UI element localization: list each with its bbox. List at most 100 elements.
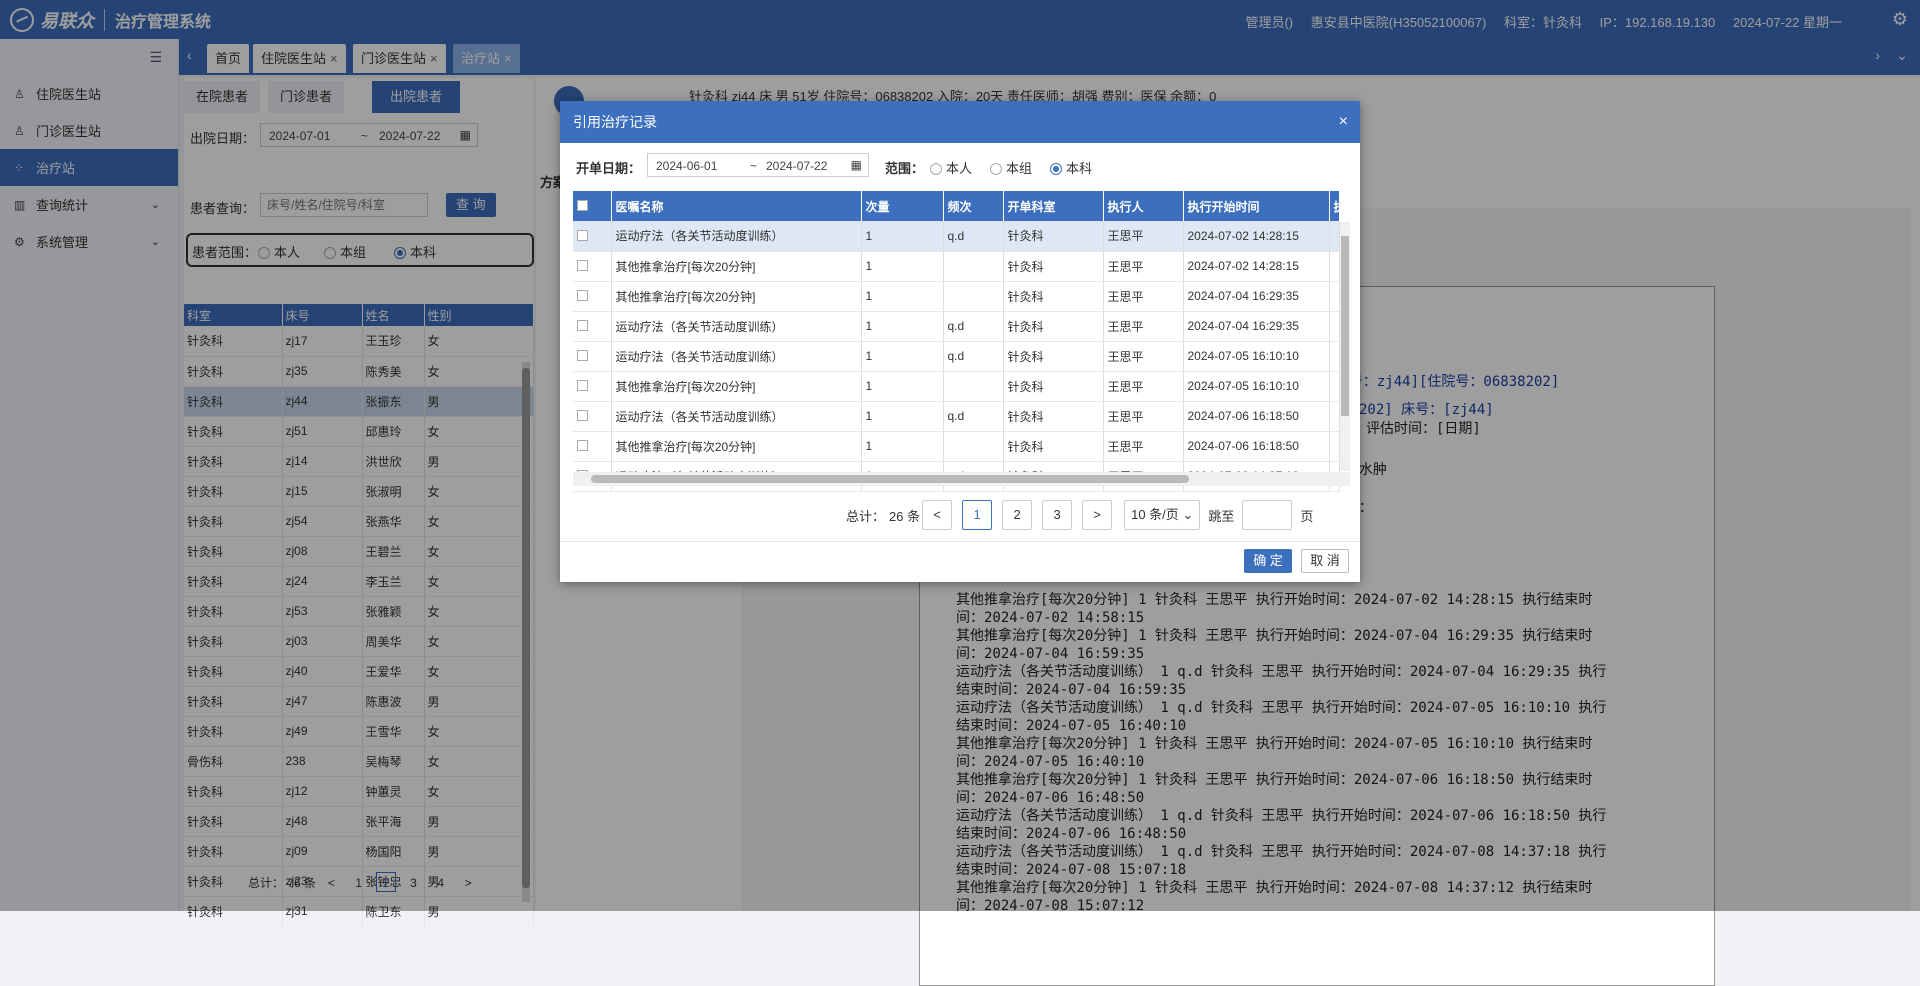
row-checkbox[interactable]	[573, 341, 612, 372]
table-cell: 运动疗法（各关节活动度训练）	[611, 311, 862, 342]
dialog-footer-divider	[560, 541, 1360, 542]
row-checkbox[interactable]	[573, 371, 612, 402]
table-cell: q.d	[943, 341, 1004, 372]
quote-treatment-dialog: 引用治疗记录 × 开单日期： 2024-06-01 ~ 2024-07-22 ▦…	[560, 101, 1360, 582]
table-cell: 2024-07-05 16:10:10	[1183, 371, 1330, 402]
table-header: 医嘱名称 次量 频次 开单科室 执行人 执行开始时间 执	[573, 191, 1346, 221]
order-date-range[interactable]: 2024-06-01 ~ 2024-07-22 ▦	[647, 153, 869, 177]
record-pager: 总计： 26 条 < 1 2 3 > 10 条/页 ⌄ 跳至 页	[846, 499, 1313, 531]
scope-self[interactable]: 本人	[930, 158, 972, 177]
close-icon[interactable]: ×	[1339, 101, 1348, 143]
checkbox-icon[interactable]	[577, 290, 588, 301]
table-cell: 针灸科	[1003, 311, 1104, 342]
table-cell: 1	[861, 281, 944, 312]
table-row[interactable]: 运动疗法（各关节活动度训练） 1 q.d 针灸科 王思平 2024-07-05 16:10…	[573, 341, 1340, 372]
column-header[interactable]: 执	[1329, 191, 1346, 221]
column-header[interactable]: 医嘱名称	[611, 191, 862, 221]
confirm-button[interactable]: 确 定	[1244, 549, 1292, 573]
checkbox-icon[interactable]	[577, 410, 588, 421]
checkbox-icon[interactable]	[577, 200, 588, 211]
row-checkbox[interactable]	[573, 311, 612, 342]
record-table-vscroll[interactable]	[1340, 222, 1350, 471]
column-header[interactable]: 频次	[943, 191, 1004, 221]
page-suffix: 页	[1300, 508, 1314, 524]
column-header[interactable]: 执行人	[1103, 191, 1184, 221]
record-table-hscroll[interactable]	[573, 472, 1350, 486]
radio-icon[interactable]	[930, 163, 942, 175]
table-cell: 运动疗法（各关节活动度训练）	[611, 401, 862, 432]
date-separator: ~	[750, 159, 758, 173]
dialog-header: 引用治疗记录 ×	[560, 101, 1360, 143]
table-row[interactable]: 其他推拿治疗[每次20分钟] 1 针灸科 王思平 2024-07-05 16:10:10	[573, 371, 1340, 402]
table-cell: 王思平	[1103, 251, 1184, 282]
checkbox-icon[interactable]	[577, 260, 588, 271]
column-header[interactable]: 次量	[861, 191, 944, 221]
table-cell: 针灸科	[1003, 341, 1104, 372]
pager-page[interactable]: 3	[1042, 500, 1073, 530]
row-checkbox[interactable]	[573, 281, 612, 312]
cancel-button[interactable]: 取 消	[1301, 549, 1349, 573]
checkbox-icon[interactable]	[577, 440, 588, 451]
jump-label: 跳至	[1208, 508, 1235, 524]
page-size-select[interactable]: 10 条/页 ⌄	[1124, 500, 1201, 530]
radio-icon[interactable]	[990, 163, 1002, 175]
row-checkbox[interactable]	[573, 251, 612, 282]
date-from: 2024-06-01	[656, 159, 718, 173]
table-cell: 王思平	[1103, 371, 1184, 402]
pager-page[interactable]: 2	[1002, 500, 1033, 530]
row-checkbox[interactable]	[573, 401, 612, 432]
pager-next[interactable]: >	[1082, 500, 1113, 530]
checkbox-icon[interactable]	[577, 320, 588, 331]
table-cell: 2024-07-04 16:29:35	[1183, 281, 1330, 312]
table-cell: 2024-07-06 16:18:50	[1183, 401, 1330, 432]
pager-page-current[interactable]: 1	[962, 500, 993, 530]
scope-group[interactable]: 本组	[990, 158, 1032, 177]
checkbox-icon[interactable]	[577, 229, 588, 241]
scroll-thumb[interactable]	[591, 475, 1189, 483]
jump-page-input[interactable]	[1242, 500, 1293, 530]
scroll-thumb[interactable]	[1341, 236, 1349, 416]
table-cell: 王思平	[1103, 431, 1184, 462]
pager-total-count: 26 条	[889, 508, 921, 524]
table-row[interactable]: 其他推拿治疗[每次20分钟] 1 针灸科 王思平 2024-07-04 16:29:35	[573, 281, 1340, 312]
table-row[interactable]: 运动疗法（各关节活动度训练） 1 q.d 针灸科 王思平 2024-07-02 14:28…	[573, 221, 1340, 252]
table-cell	[943, 371, 1004, 402]
table-cell: 针灸科	[1003, 251, 1104, 282]
table-cell: q.d	[943, 401, 1004, 432]
table-row[interactable]: 运动疗法（各关节活动度训练） 1 q.d 针灸科 王思平 2024-07-06 16:18…	[573, 401, 1340, 432]
table-cell: 王思平	[1103, 401, 1184, 432]
table-cell	[1329, 251, 1340, 282]
table-row[interactable]: 其他推拿治疗[每次20分钟] 1 针灸科 王思平 2024-07-02 14:28:15	[573, 251, 1340, 282]
scope-option-label: 本人	[946, 161, 973, 176]
table-cell: 王思平	[1103, 281, 1184, 312]
table-row[interactable]: 其他推拿治疗[每次20分钟] 1 针灸科 王思平 2024-07-06 16:18:50	[573, 431, 1340, 462]
table-row[interactable]: 运动疗法（各关节活动度训练） 1 q.d 针灸科 王思平 2024-07-04 16:29…	[573, 311, 1340, 342]
scope-dept[interactable]: 本科	[1050, 158, 1092, 177]
table-cell	[943, 251, 1004, 282]
table-cell: 1	[861, 341, 944, 372]
column-header[interactable]: 执行开始时间	[1183, 191, 1330, 221]
table-cell: 2024-07-05 16:10:10	[1183, 341, 1330, 372]
table-cell: 其他推拿治疗[每次20分钟]	[611, 281, 862, 312]
row-checkbox[interactable]	[573, 221, 612, 252]
table-cell: 1	[861, 371, 944, 402]
table-cell	[1329, 401, 1340, 432]
table-cell	[1329, 371, 1340, 402]
calendar-icon: ▦	[850, 158, 862, 172]
select-all-checkbox[interactable]	[573, 191, 612, 221]
table-cell: q.d	[943, 221, 1004, 252]
table-cell	[1329, 281, 1340, 312]
checkbox-icon[interactable]	[577, 350, 588, 361]
pager-prev[interactable]: <	[922, 500, 953, 530]
row-checkbox[interactable]	[573, 431, 612, 462]
table-cell: 2024-07-06 16:18:50	[1183, 431, 1330, 462]
radio-checked-icon[interactable]	[1050, 163, 1062, 175]
table-cell: q.d	[943, 311, 1004, 342]
treatment-record-table: 医嘱名称 次量 频次 开单科室 执行人 执行开始时间 执 运动疗法（各关节活动度…	[573, 191, 1346, 492]
dialog-title: 引用治疗记录	[573, 114, 657, 130]
table-cell: 其他推拿治疗[每次20分钟]	[611, 431, 862, 462]
table-cell: 针灸科	[1003, 431, 1104, 462]
column-header[interactable]: 开单科室	[1003, 191, 1104, 221]
checkbox-icon[interactable]	[577, 380, 588, 391]
table-cell: 1	[861, 221, 944, 252]
